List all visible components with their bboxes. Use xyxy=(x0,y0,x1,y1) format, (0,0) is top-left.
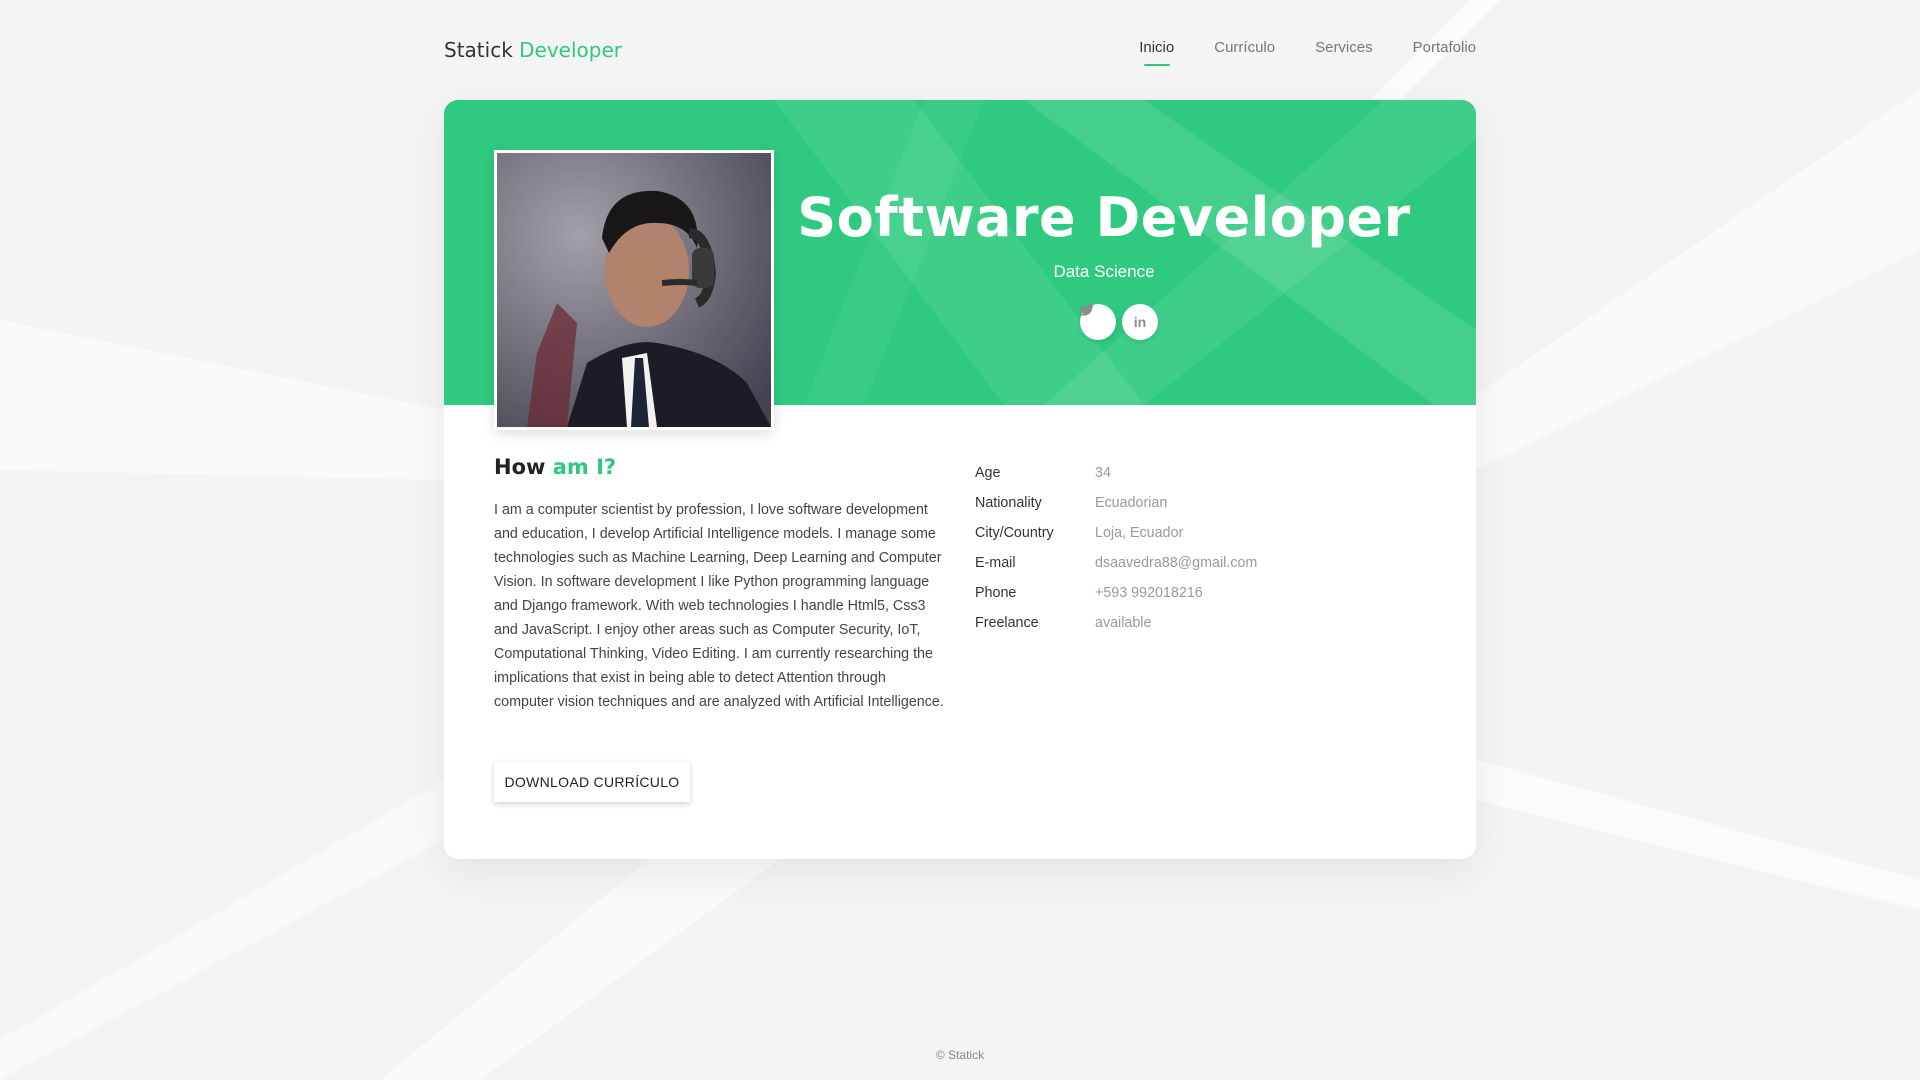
nav-item-services[interactable]: Services xyxy=(1315,39,1373,62)
about-title: How am I? xyxy=(494,455,616,479)
info-label: Age xyxy=(975,465,1001,481)
footer-copyright: © Statick xyxy=(935,1048,985,1062)
site-logo[interactable]: Statick Developer xyxy=(444,38,622,62)
info-row-email: E-mail dsaavedra88@gmail.com xyxy=(975,548,1257,578)
about-title-accent: am I? xyxy=(552,455,617,479)
logo-text: Statick xyxy=(444,38,513,62)
linkedin-button[interactable]: in xyxy=(1122,304,1158,340)
profile-photo-image xyxy=(497,153,771,427)
info-value: +593 992018216 xyxy=(1095,585,1203,601)
hero-title: Software Developer xyxy=(797,186,1411,249)
info-value: dsaavedra88@gmail.com xyxy=(1095,555,1258,571)
nav-item-portafolio[interactable]: Portafolio xyxy=(1413,39,1476,62)
about-description: I am a computer scientist by profession,… xyxy=(494,502,944,710)
twitter-button[interactable] xyxy=(1080,304,1116,340)
info-label: Freelance xyxy=(975,615,1039,631)
info-label: Nationality xyxy=(975,495,1042,511)
info-row-nationality: Nationality Ecuadorian xyxy=(975,488,1257,518)
profile-photo xyxy=(494,150,774,430)
personal-info-list: Age 34 Nationality Ecuadorian City/Count… xyxy=(975,458,1257,638)
info-row-freelance: Freelance available xyxy=(975,608,1257,638)
about-title-main: How xyxy=(494,455,546,479)
nav-item-inicio[interactable]: Inicio xyxy=(1139,39,1174,62)
download-curriculo-button[interactable]: DOWNLOAD CURRÍCULO xyxy=(494,762,690,802)
linkedin-icon: in xyxy=(1133,314,1147,330)
info-row-city-country: City/Country Loja, Ecuador xyxy=(975,518,1257,548)
info-value: 34 xyxy=(1095,465,1111,481)
info-label: Phone xyxy=(975,585,1017,601)
social-links: in xyxy=(1080,304,1158,340)
info-value: available xyxy=(1095,615,1152,631)
hero-subtitle: Data Science xyxy=(1053,262,1155,281)
info-label: E-mail xyxy=(975,555,1016,571)
info-label: City/Country xyxy=(975,525,1054,541)
info-value: Ecuadorian xyxy=(1095,495,1168,511)
info-value: Loja, Ecuador xyxy=(1095,525,1184,541)
site-header: Statick Developer Inicio Currículo Servi… xyxy=(444,30,1476,70)
twitter-icon xyxy=(1080,304,1094,316)
main-nav: Inicio Currículo Services Portafolio xyxy=(1139,39,1476,62)
profile-card: Software Developer Data Science in How a… xyxy=(444,100,1476,859)
logo-accent-text: Developer xyxy=(519,38,623,62)
info-row-age: Age 34 xyxy=(975,458,1257,488)
nav-item-curriculo[interactable]: Currículo xyxy=(1214,39,1275,62)
info-row-phone: Phone +593 992018216 xyxy=(975,578,1257,608)
